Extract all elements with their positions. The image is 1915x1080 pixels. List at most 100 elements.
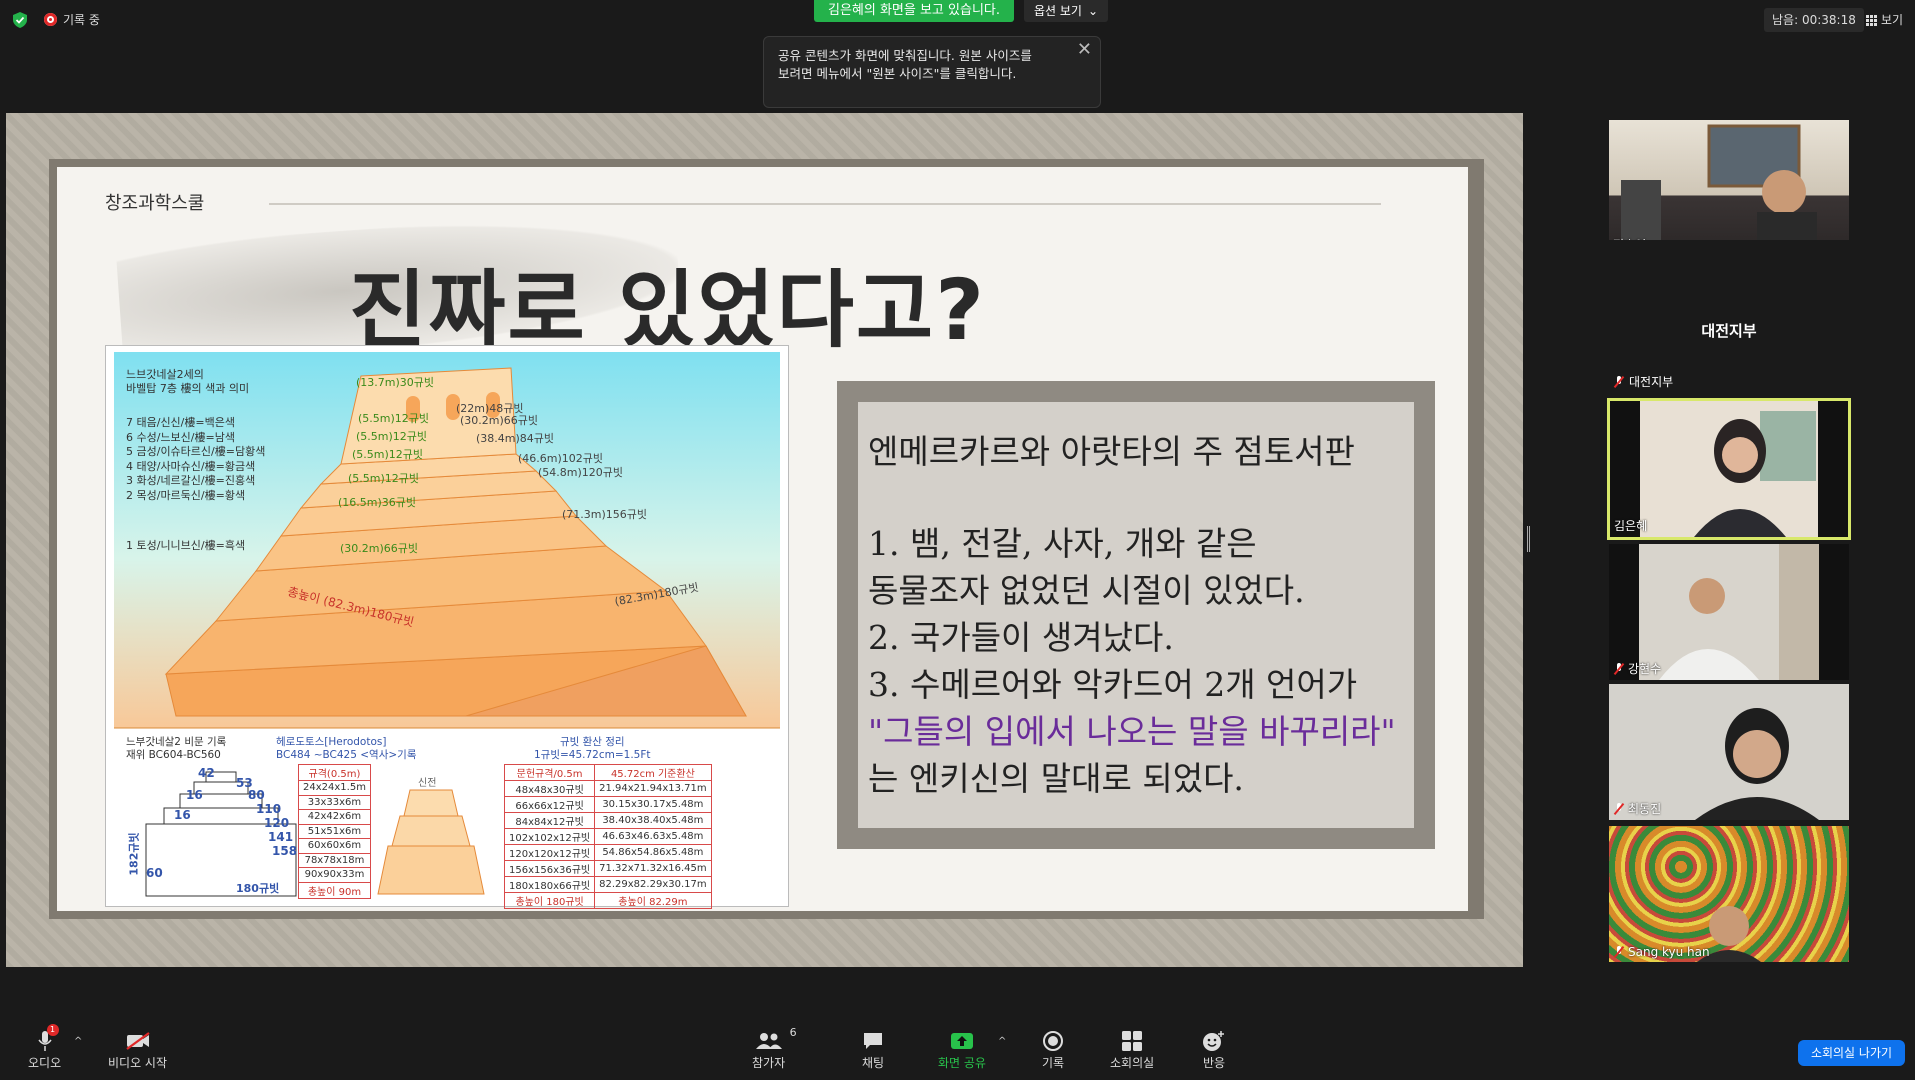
text-line: 1. 뱀, 전갈, 사자, 개와 같은: [868, 524, 1257, 563]
pyramid-label: (71.3m)156규빗: [562, 508, 648, 521]
table-cell: 82.29x82.29x30.17m: [594, 876, 712, 893]
participants-button[interactable]: 6 참가자: [752, 1026, 797, 1071]
slide-brand: 창조과학스쿨: [105, 193, 205, 214]
caption-right-2: 1규빗=45.72cm=1.5Ft: [534, 749, 651, 761]
shrine-figure: [377, 789, 485, 895]
table-cell: 24x24x1.5m: [298, 780, 371, 796]
text-gap: [868, 475, 1402, 520]
pyramid-label: (30.2m)66규빗: [460, 414, 539, 427]
share-label: 화면 공유: [938, 1056, 986, 1070]
table-cell: 54.86x54.86x5.48m: [594, 844, 712, 861]
chat-button[interactable]: 채팅: [862, 1028, 884, 1071]
view-label: 보기: [1881, 13, 1904, 27]
table-cell: 90x90x33m: [298, 867, 371, 883]
view-button[interactable]: 보기: [1866, 8, 1903, 32]
mic-muted-icon: [1613, 375, 1625, 388]
recording-indicator[interactable]: 기록 중: [44, 11, 100, 28]
share-screen-button[interactable]: 화면 공유: [938, 1028, 986, 1071]
pyramid-label: (38.4m)84규빗: [476, 432, 555, 445]
recording-label: 기록 중: [63, 13, 100, 27]
stack-label: 182규빗: [127, 832, 141, 876]
pyramid-label: (16.5m)36규빗: [338, 496, 417, 509]
smiley-icon: [1202, 1028, 1226, 1054]
dimension-table-mid: 규격(0.5m) 24x24x1.5m 33x33x6m 42x42x6m 51…: [298, 764, 371, 899]
caption-right: 규빗 환산 정리 1규빗=45.72cm=1.5Ft: [534, 736, 651, 762]
slide-frame: 창조과학스쿨 진짜로 있었다고? 느브갓네살2세의 바벨탑 7층 樓의 색과 의…: [49, 159, 1484, 919]
text-line: 동물조자 없었던 시절이 있었다.: [868, 571, 1305, 610]
participant-name: 강현수: [1613, 660, 1661, 677]
audio-button[interactable]: 1 오디오: [28, 1024, 62, 1071]
text-line: 는 엔키신의 말대로 되었다.: [868, 759, 1244, 798]
room-name-center: 대전지부: [1701, 322, 1757, 340]
table-cell: 42x42x6m: [298, 809, 371, 825]
participant-name-text: Sang kyu han: [1628, 945, 1710, 959]
table-cell: 102x102x12규빗: [503, 828, 596, 845]
table-header: 규격(0.5m): [298, 764, 371, 781]
tooltip-text-1: 공유 콘텐츠가 화면에 맞춰집니다. 원본 사이즈를: [778, 48, 1032, 63]
microphone-icon: 1: [37, 1024, 59, 1054]
breakout-rooms-button[interactable]: 소회의실: [1110, 1028, 1154, 1071]
pyramid-label: (5.5m)12규빗: [358, 412, 430, 425]
participants-label: 참가자: [752, 1056, 786, 1070]
pyramid-label: (13.7m)30규빗: [356, 376, 435, 389]
stack-label: 80: [248, 788, 265, 802]
slide-divider: [269, 203, 1381, 205]
close-icon[interactable]: ✕: [1077, 41, 1092, 59]
breakout-room-tile[interactable]: 대전지부 대전지부: [1609, 240, 1849, 392]
stack-label: 60: [146, 866, 163, 880]
record-label: 기록: [1042, 1056, 1065, 1070]
participant-tile[interactable]: 최동진: [1609, 684, 1849, 820]
view-options-label: 옵션 보기: [1034, 4, 1082, 18]
pyramid-label: (5.5m)12규빗: [348, 472, 420, 485]
record-button[interactable]: 기록: [1042, 1028, 1064, 1071]
pyramid-label: (5.5m)12규빗: [356, 430, 428, 443]
meeting-toolbar: 1 오디오 ^ 비디오 시작 6 참가자 채팅 화면 공유 ^ 기록 소회의실 …: [0, 1016, 1915, 1080]
text-quote: "그들의 입에서 나오는 말을 바꾸리라": [868, 712, 1396, 751]
table-cell: 180x180x66규빗: [503, 876, 596, 893]
active-speaker-tile[interactable]: 김은혜: [1607, 398, 1851, 540]
table-cell: 38.40x38.40x5.48m: [594, 812, 712, 829]
audio-alert-badge: 1: [46, 1024, 59, 1036]
fit-content-tooltip: 공유 콘텐츠가 화면에 맞춰집니다. 원본 사이즈를 보려면 메뉴에서 "원본 …: [763, 36, 1101, 108]
audio-label: 오디오: [28, 1056, 62, 1070]
diagram-header-2: 바벨탑 7층 樓의 색과 의미: [126, 382, 250, 395]
video-off-icon: [125, 1028, 151, 1054]
reactions-button[interactable]: 반응: [1202, 1028, 1226, 1071]
participant-tile[interactable]: 강현수: [1609, 544, 1849, 680]
record-dot-icon: [44, 13, 57, 26]
text-line: 3. 수메르어와 악카드어 2개 언어가: [868, 665, 1358, 704]
audio-options-caret[interactable]: ^: [74, 1036, 82, 1047]
pyramid-label: (54.8m)120규빗: [538, 466, 624, 479]
room-participant-name: 대전지부: [1613, 373, 1673, 390]
video-label: 비디오 시작: [108, 1056, 168, 1070]
stack-label: 16: [174, 808, 191, 822]
share-screen-icon: [950, 1028, 974, 1054]
table-cell: 66x66x12규빗: [503, 796, 596, 813]
mic-muted-icon: [1613, 802, 1625, 815]
caption-mid: 헤로도토스[Herodotos] BC484 ~BC425 <역사>기록: [276, 736, 417, 762]
table-header: 45.72cm 기준환산: [594, 764, 712, 781]
shrine-label: 신전: [418, 778, 437, 789]
security-shield-icon[interactable]: [13, 12, 27, 28]
share-options-caret[interactable]: ^: [998, 1036, 1006, 1047]
view-options-button[interactable]: 옵션 보기 ⌄: [1024, 0, 1109, 22]
legend-item: 2 목성/마르둑신/樓=황색: [126, 488, 246, 502]
participant-name: 최동진: [1613, 800, 1661, 817]
stack-label: 180규빗: [236, 882, 280, 895]
reactions-label: 반응: [1202, 1056, 1226, 1070]
caption-right-1: 규빗 환산 정리: [559, 736, 625, 748]
pyramid-label: (5.5m)12규빗: [352, 448, 424, 461]
table-footer: 총높이 180규빗: [503, 892, 596, 909]
table-cell: 48x48x30규빗: [503, 780, 596, 797]
table-cell: 156x156x36규빗: [503, 860, 596, 877]
stack-label: 110: [256, 802, 282, 816]
participant-name-text: 김은혜: [1614, 519, 1648, 533]
leave-breakout-room-button[interactable]: 소회의실 나가기: [1798, 1040, 1905, 1066]
panel-resize-handle[interactable]: [1527, 526, 1530, 552]
record-icon: [1042, 1028, 1064, 1054]
top-bar: 기록 중 김은혜의 화면을 보고 있습니다. 옵션 보기 ⌄ 남음: 00:38…: [0, 0, 1915, 40]
participant-tile[interactable]: 정수연: [1609, 120, 1849, 256]
start-video-button[interactable]: 비디오 시작: [108, 1028, 167, 1071]
caption-mid-2: BC484 ~BC425 <역사>기록: [276, 749, 417, 761]
participant-tile[interactable]: Sang kyu han: [1609, 826, 1849, 962]
